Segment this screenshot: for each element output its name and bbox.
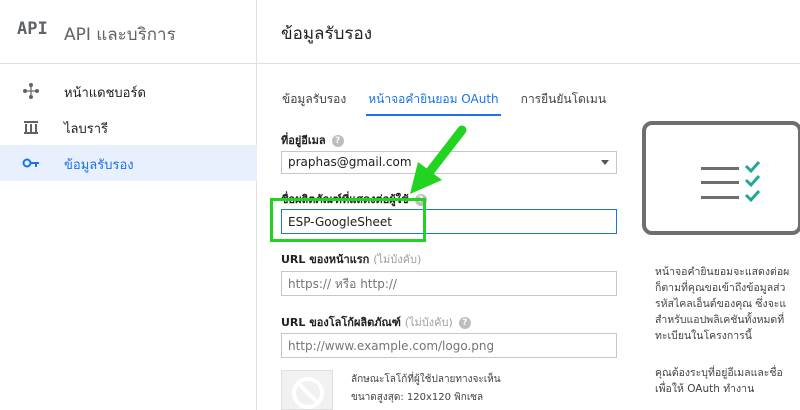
help-icon[interactable]: ? bbox=[331, 135, 344, 147]
logo-hint-1: ลักษณะโลโก้ที่ผู้ใช้ปลายทางจะเห็น bbox=[351, 374, 501, 385]
tab-domain-verification[interactable]: การยืนยันโดเมน bbox=[521, 88, 606, 114]
dashboard-icon bbox=[23, 83, 39, 99]
page-header: ข้อมูลรับรอง bbox=[257, 0, 800, 64]
highlight-box bbox=[270, 198, 426, 242]
logo-url-label: URL ของโลโก้ผลิตภัณฑ์ (ไม่บังคับ)? bbox=[281, 313, 471, 331]
sidebar-item-label: หน้าแดชบอร์ด bbox=[64, 86, 146, 101]
library-icon bbox=[24, 121, 38, 134]
email-select-value: praphas@gmail.com bbox=[288, 155, 412, 169]
homepage-url-input[interactable] bbox=[281, 271, 617, 296]
description-line: ทะเบียนในโครงการนี้ bbox=[655, 330, 752, 342]
help-icon[interactable]: ? bbox=[458, 317, 471, 329]
sidebar-item-library[interactable]: ไลบรารี bbox=[0, 109, 257, 145]
description-line: สำหรับแอปพลิเคชันทั้งหมดที่ bbox=[655, 314, 785, 326]
sidebar-item-dashboard[interactable]: หน้าแดชบอร์ด bbox=[0, 73, 257, 109]
optional-tag: (ไม่บังคับ) bbox=[404, 316, 453, 329]
email-label: ที่อยู่อีเมล? bbox=[281, 131, 344, 149]
sidebar-item-credentials[interactable]: ข้อมูลรับรอง bbox=[0, 145, 257, 181]
consent-description: หน้าจอคำยินยอมจะแสดงต่อผ ก็ตามที่คุณขอเข… bbox=[655, 264, 800, 344]
logo-url-label-text: URL ของโลโก้ผลิตภัณฑ์ bbox=[281, 316, 401, 329]
sidebar-item-label: ข้อมูลรับรอง bbox=[64, 158, 134, 173]
requirement-note: คุณต้องระบุที่อยู่อีเมลและชื่อ เพื่อให้ … bbox=[655, 365, 800, 397]
sidebar-item-label: ไลบรารี bbox=[64, 122, 109, 137]
optional-tag: (ไม่บังคับ) bbox=[373, 253, 422, 266]
description-line: เพื่อให้ OAuth ทำงาน bbox=[655, 383, 755, 395]
dropdown-arrow-icon bbox=[601, 160, 609, 165]
tab-bar: ข้อมูลรับรอง หน้าจอคำยินยอม OAuth การยืน… bbox=[282, 88, 628, 116]
sidebar-nav: หน้าแดชบอร์ด ไลบรารี ข้อมูลรับรอง bbox=[0, 73, 257, 181]
logo-url-input[interactable] bbox=[281, 333, 617, 358]
arrow-annotation-icon bbox=[410, 125, 467, 194]
sidebar: API API และบริการ หน้าแดชบอร์ด ไลบรารี ข… bbox=[0, 0, 257, 410]
logo-hint-2: ขนาดสูงสุด: 120x120 พิกเซล bbox=[351, 392, 484, 403]
app-title[interactable]: API และบริการ bbox=[64, 21, 176, 48]
description-line: รหัสไคลเอ็นต์ของคุณ ซึ่งจะแ bbox=[655, 298, 787, 310]
brand-header: API API และบริการ bbox=[0, 0, 257, 64]
homepage-label: URL ของหน้าแรก (ไม่บังคับ) bbox=[281, 250, 421, 268]
description-line: คุณต้องระบุที่อยู่อีเมลและชื่อ bbox=[655, 367, 783, 379]
description-line: ก็ตามที่คุณขอเข้าถึงข้อมูลส่ว bbox=[655, 282, 786, 294]
consent-screen-illustration bbox=[642, 121, 800, 235]
no-image-icon bbox=[292, 377, 324, 409]
page-title: ข้อมูลรับรอง bbox=[281, 24, 373, 44]
key-icon bbox=[22, 158, 39, 168]
api-logo: API bbox=[17, 19, 48, 39]
tab-oauth-consent[interactable]: หน้าจอคำยินยอม OAuth bbox=[366, 88, 502, 116]
logo-preview bbox=[281, 370, 333, 410]
description-line: หน้าจอคำยินยอมจะแสดงต่อผ bbox=[655, 266, 790, 278]
homepage-label-text: URL ของหน้าแรก bbox=[281, 253, 370, 266]
email-label-text: ที่อยู่อีเมล bbox=[281, 134, 326, 147]
tab-credentials[interactable]: ข้อมูลรับรอง bbox=[282, 88, 346, 114]
